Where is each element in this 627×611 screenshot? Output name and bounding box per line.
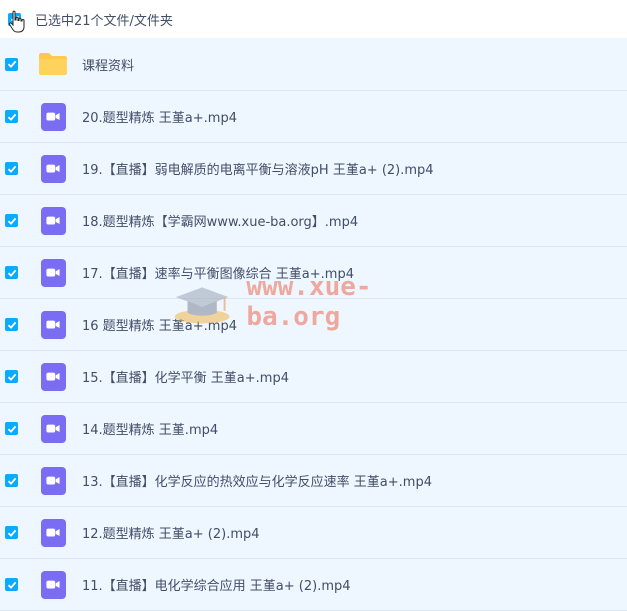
video-icon bbox=[40, 414, 66, 443]
file-type-icon-wrap bbox=[38, 414, 68, 444]
row-checkbox[interactable] bbox=[5, 318, 18, 331]
video-icon bbox=[40, 258, 66, 287]
video-icon bbox=[40, 206, 66, 235]
file-name[interactable]: 17.【直播】速率与平衡图像综合 王堇a+.mp4 bbox=[82, 263, 354, 282]
checkmark-icon bbox=[7, 113, 16, 121]
selection-count-text: 已选中21个文件/文件夹 bbox=[35, 13, 173, 29]
file-row[interactable]: 17.【直播】速率与平衡图像综合 王堇a+.mp4 bbox=[0, 247, 627, 299]
row-checkbox[interactable] bbox=[5, 526, 18, 539]
file-name[interactable]: 16 题型精炼 王堇a+.mp4 bbox=[82, 315, 237, 334]
row-checkbox[interactable] bbox=[5, 162, 18, 175]
row-checkbox[interactable] bbox=[5, 578, 18, 591]
video-icon bbox=[40, 310, 66, 339]
file-name[interactable]: 课程资料 bbox=[82, 55, 134, 74]
file-name[interactable]: 14.题型精炼 王堇.mp4 bbox=[82, 419, 218, 438]
selection-header: 已选中21个文件/文件夹 bbox=[0, 0, 627, 38]
row-checkbox[interactable] bbox=[5, 266, 18, 279]
checkmark-icon bbox=[7, 373, 16, 381]
file-row[interactable]: 16 题型精炼 王堇a+.mp4 bbox=[0, 299, 627, 351]
file-name[interactable]: 12.题型精炼 王堇a+ (2).mp4 bbox=[82, 523, 260, 542]
file-name[interactable]: 18.题型精炼【学霸网www.xue-ba.org】.mp4 bbox=[82, 211, 358, 230]
checkmark-icon bbox=[7, 581, 16, 589]
row-checkbox[interactable] bbox=[5, 474, 18, 487]
checkmark-icon bbox=[7, 217, 16, 225]
file-type-icon-wrap bbox=[38, 362, 68, 392]
row-checkbox[interactable] bbox=[5, 214, 18, 227]
checkmark-icon bbox=[7, 425, 16, 433]
file-type-icon-wrap bbox=[38, 310, 68, 340]
file-row[interactable]: 14.题型精炼 王堇.mp4 bbox=[0, 403, 627, 455]
file-type-icon-wrap bbox=[38, 49, 68, 79]
file-row[interactable]: 19.【直播】弱电解质的电离平衡与溶液pH 王堇a+ (2).mp4 bbox=[0, 143, 627, 195]
checkmark-icon bbox=[7, 321, 16, 329]
video-icon bbox=[40, 518, 66, 547]
video-icon bbox=[40, 362, 66, 391]
file-name[interactable]: 15.【直播】化学平衡 王堇a+.mp4 bbox=[82, 367, 289, 386]
file-row[interactable]: 15.【直播】化学平衡 王堇a+.mp4 bbox=[0, 351, 627, 403]
file-row[interactable]: 20.题型精炼 王堇a+.mp4 bbox=[0, 91, 627, 143]
checkmark-icon bbox=[7, 165, 16, 173]
row-checkbox[interactable] bbox=[5, 370, 18, 383]
file-type-icon-wrap bbox=[38, 518, 68, 548]
checkmark-icon bbox=[7, 60, 16, 68]
file-name[interactable]: 19.【直播】弱电解质的电离平衡与溶液pH 王堇a+ (2).mp4 bbox=[82, 159, 434, 178]
file-row[interactable]: 18.题型精炼【学霸网www.xue-ba.org】.mp4 bbox=[0, 195, 627, 247]
video-icon bbox=[40, 154, 66, 183]
file-type-icon-wrap bbox=[38, 466, 68, 496]
file-row[interactable]: 13.【直播】化学反应的热效应与化学反应速率 王堇a+.mp4 bbox=[0, 455, 627, 507]
checkmark-icon bbox=[7, 269, 16, 277]
checkmark-icon bbox=[7, 477, 16, 485]
checkmark-icon bbox=[7, 529, 16, 537]
file-row[interactable]: 11.【直播】电化学综合应用 王堇a+ (2).mp4 bbox=[0, 559, 627, 611]
file-name[interactable]: 11.【直播】电化学综合应用 王堇a+ (2).mp4 bbox=[82, 575, 351, 594]
folder-row[interactable]: 课程资料 bbox=[0, 38, 627, 91]
row-checkbox[interactable] bbox=[5, 422, 18, 435]
video-icon bbox=[40, 466, 66, 495]
video-icon bbox=[40, 102, 66, 131]
file-name[interactable]: 20.题型精炼 王堇a+.mp4 bbox=[82, 107, 237, 126]
file-type-icon-wrap bbox=[38, 570, 68, 600]
file-type-icon-wrap bbox=[38, 102, 68, 132]
file-type-icon-wrap bbox=[38, 258, 68, 288]
hand-cursor-icon bbox=[8, 10, 25, 33]
file-list: 课程资料 20.题型精炼 王堇a+.mp4 19.【直播】弱电解质的电离平衡与溶液p… bbox=[0, 38, 627, 611]
row-checkbox[interactable] bbox=[5, 57, 18, 71]
row-checkbox[interactable] bbox=[5, 110, 18, 123]
file-type-icon-wrap bbox=[38, 206, 68, 236]
file-name[interactable]: 13.【直播】化学反应的热效应与化学反应速率 王堇a+.mp4 bbox=[82, 471, 432, 490]
folder-icon bbox=[39, 53, 67, 75]
file-row[interactable]: 12.题型精炼 王堇a+ (2).mp4 bbox=[0, 507, 627, 559]
video-icon bbox=[40, 570, 66, 599]
file-type-icon-wrap bbox=[38, 154, 68, 184]
